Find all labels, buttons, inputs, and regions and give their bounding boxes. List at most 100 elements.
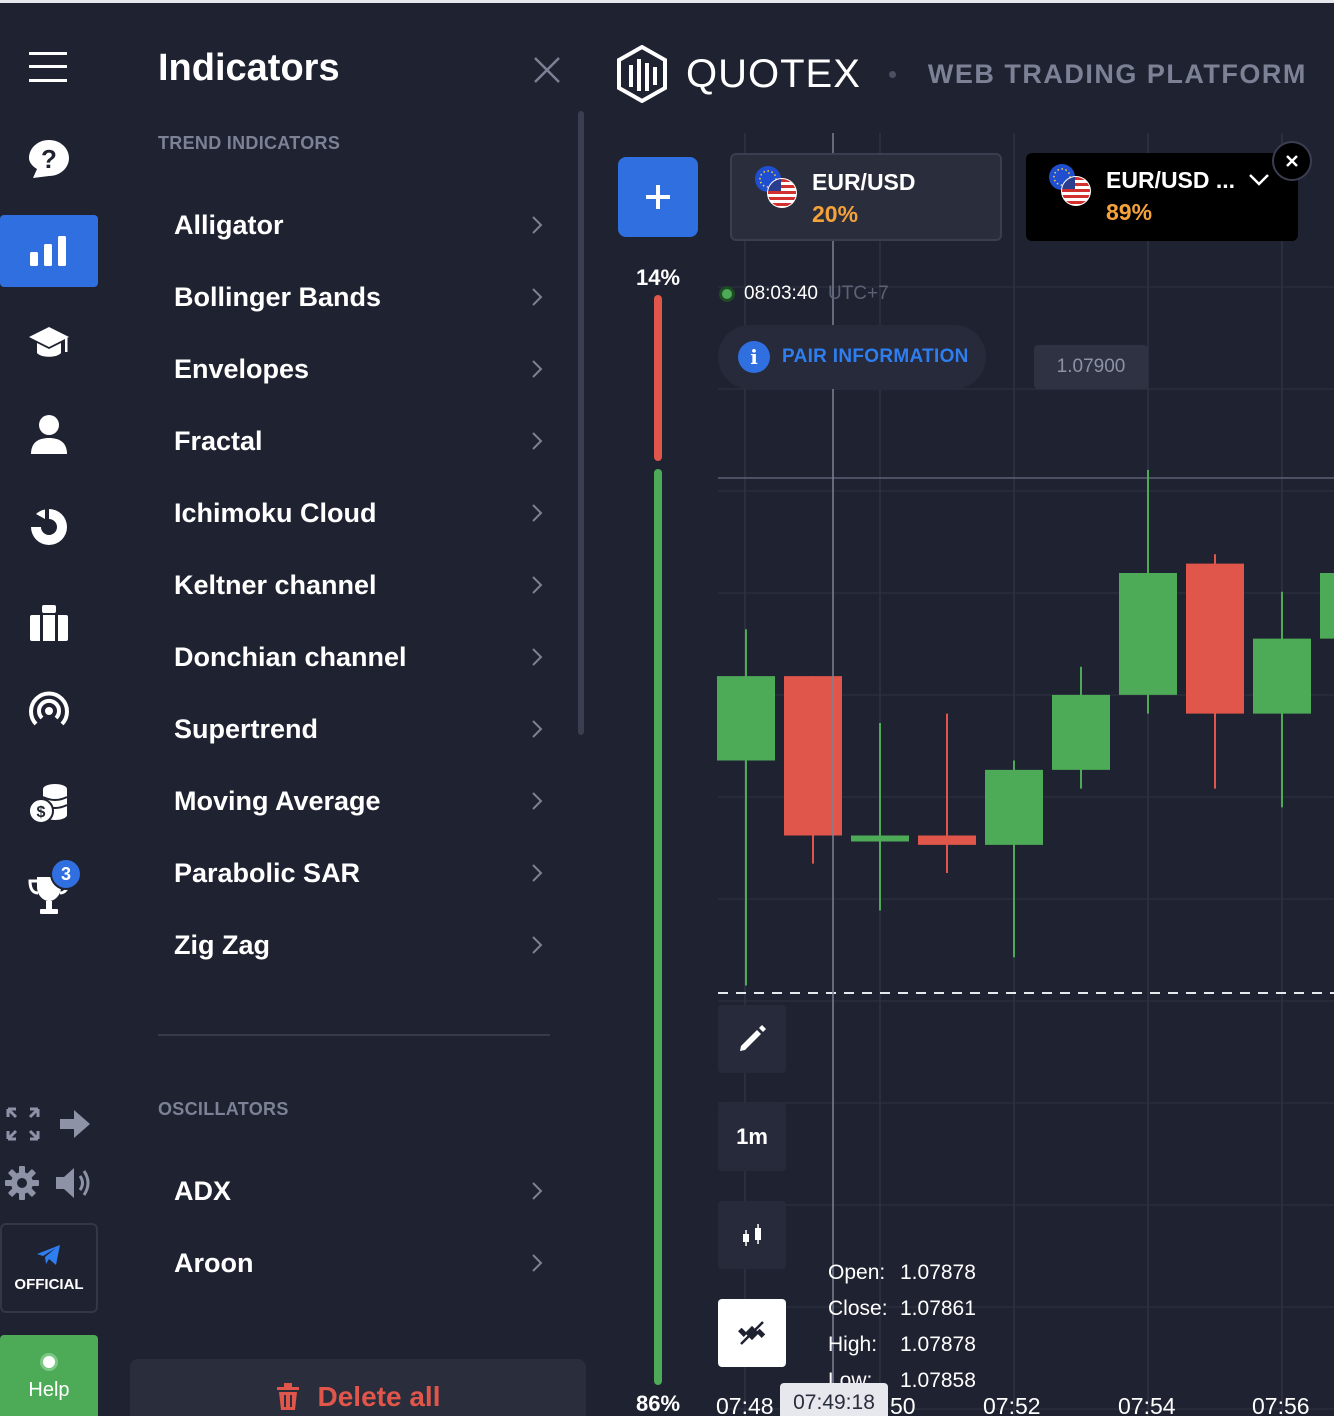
svg-text:?: ? — [41, 144, 57, 174]
oscillator-label: Aroon — [174, 1247, 254, 1278]
asset-tab-eurusd[interactable]: EUR/USD 20% — [730, 153, 1002, 241]
left-nav-rail: ? $ 3 OFFICIAL Help — [0, 3, 100, 1416]
close-icon — [1286, 155, 1298, 167]
section-divider — [158, 1034, 550, 1036]
education-icon[interactable] — [0, 307, 98, 379]
help-button[interactable]: Help — [0, 1335, 98, 1416]
delete-all-label: Delete all — [317, 1381, 441, 1412]
candle-body — [717, 676, 775, 761]
indicator-item[interactable]: Parabolic SAR — [174, 843, 544, 903]
brand-logo[interactable]: QUOTEX WEB TRADING PLATFORM — [616, 45, 1307, 103]
oscillator-label: ADX — [174, 1175, 232, 1206]
chevron-down-icon[interactable] — [1248, 173, 1270, 187]
delete-all-button[interactable]: Delete all — [130, 1359, 586, 1416]
indicator-item[interactable]: Moving Average — [174, 771, 544, 831]
deposit-icon[interactable]: $ — [0, 767, 98, 839]
indicator-item[interactable]: Ichimoku Cloud — [174, 483, 544, 543]
info-icon: i — [738, 341, 770, 373]
server-clock: 08:03:40 UTC+7 — [722, 283, 889, 305]
chevron-right-icon — [532, 504, 543, 522]
chevron-right-icon — [532, 792, 543, 810]
oscillator-item[interactable]: ADX — [174, 1161, 544, 1221]
chart-type-button[interactable] — [718, 1201, 786, 1269]
menu-icon[interactable] — [0, 31, 98, 103]
chevron-right-icon — [532, 936, 543, 954]
sell-sentiment-bar — [654, 295, 662, 461]
signals-icon[interactable] — [0, 675, 98, 747]
indicator-label: Keltner channel — [174, 569, 377, 600]
indicator-item[interactable]: Donchian channel — [174, 627, 544, 687]
indicator-label: Zig Zag — [174, 929, 270, 960]
online-status-icon — [40, 1352, 58, 1371]
open-value: 1.07878 — [900, 1261, 976, 1284]
chevron-right-icon — [532, 720, 543, 738]
logout-arrow-icon[interactable] — [58, 1107, 92, 1141]
analytics-icon[interactable] — [0, 491, 98, 563]
plus-icon — [646, 185, 670, 209]
eur-usd-flag-icon — [755, 166, 797, 208]
panel-scrollbar[interactable] — [578, 111, 584, 735]
indicator-item[interactable]: Zig Zag — [174, 915, 544, 975]
indicator-label: Parabolic SAR — [174, 857, 361, 888]
app-root: ? $ 3 OFFICIAL Help Indicators TREND IND… — [0, 0, 1334, 1416]
candle-body — [1186, 563, 1244, 714]
high-label: High: — [828, 1333, 878, 1356]
candle-body — [1253, 638, 1311, 714]
candle-body — [1052, 694, 1110, 770]
indicator-label: Envelopes — [174, 353, 310, 384]
help-label: Help — [28, 1378, 70, 1401]
pencil-icon — [740, 1025, 766, 1051]
pair-information-label: PAIR INFORMATION — [782, 346, 969, 367]
drawing-tool-button[interactable] — [718, 1005, 786, 1073]
indicator-label: Donchian channel — [174, 641, 407, 672]
indicator-label: Alligator — [174, 209, 284, 240]
telegram-icon — [37, 1244, 60, 1265]
chevron-right-icon — [532, 864, 543, 882]
trading-chart-icon[interactable] — [0, 215, 98, 287]
buy-sentiment-percent: 86% — [636, 1391, 681, 1416]
chevron-right-icon — [532, 1182, 543, 1200]
tournaments-icon[interactable] — [0, 859, 98, 931]
candle-body — [1119, 573, 1177, 695]
candle-body — [918, 835, 976, 845]
indicator-item[interactable]: Supertrend — [174, 699, 544, 759]
sound-icon[interactable] — [54, 1165, 94, 1201]
official-channel-button[interactable]: OFFICIAL — [0, 1223, 98, 1313]
fullscreen-icon[interactable] — [6, 1107, 40, 1141]
add-asset-button[interactable] — [618, 157, 698, 237]
close-asset-tab-button[interactable] — [1272, 141, 1312, 181]
panel-title: Indicators — [158, 47, 340, 89]
close-value: 1.07861 — [900, 1297, 976, 1320]
asset-tab-eurusd-active[interactable]: EUR/USD ... 89% — [1026, 153, 1298, 241]
oscillator-item[interactable]: Aroon — [174, 1233, 544, 1293]
low-value: 1.07858 — [900, 1369, 976, 1392]
tournaments-badge: 3 — [50, 858, 82, 890]
support-chat-icon[interactable]: ? — [0, 123, 98, 195]
profile-icon[interactable] — [0, 399, 98, 471]
indicator-item[interactable]: Bollinger Bands — [174, 267, 544, 327]
close-label: Close: — [828, 1297, 888, 1320]
chevron-right-icon — [532, 576, 543, 594]
open-label: Open: — [828, 1261, 886, 1284]
chevron-right-icon — [532, 432, 543, 450]
candlestick-icon — [743, 1224, 761, 1246]
trend-indicators-label: TREND INDICATORS — [158, 133, 341, 153]
pair-information-button[interactable]: i PAIR INFORMATION — [718, 325, 986, 389]
timeframe-label: 1m — [736, 1124, 768, 1149]
settings-gear-icon[interactable] — [4, 1165, 40, 1201]
quotex-logo-icon — [617, 45, 667, 103]
indicator-item[interactable]: Fractal — [174, 411, 544, 471]
clock-time: 08:03:40 — [744, 283, 818, 304]
indicators-tool-button[interactable] — [718, 1299, 786, 1367]
chevron-right-icon — [532, 216, 543, 234]
indicator-item[interactable]: Keltner channel — [174, 555, 544, 615]
market-gifts-icon[interactable] — [0, 587, 98, 659]
asset-name: EUR/USD — [812, 169, 916, 195]
indicator-item[interactable]: Envelopes — [174, 339, 544, 399]
candle-body — [985, 769, 1043, 845]
official-label: OFFICIAL — [14, 1275, 84, 1293]
close-panel-button[interactable] — [532, 55, 562, 85]
sell-sentiment-percent: 14% — [636, 265, 681, 290]
timeframe-button[interactable]: 1m — [718, 1103, 786, 1171]
indicator-item[interactable]: Alligator — [174, 195, 544, 255]
